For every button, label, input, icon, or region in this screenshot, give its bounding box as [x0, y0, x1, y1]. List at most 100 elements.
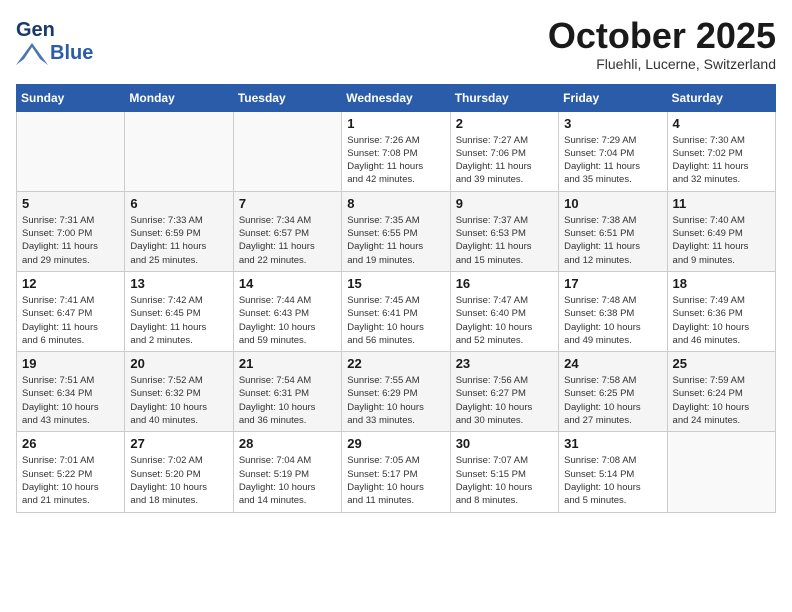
- day-info: Sunrise: 7:34 AM Sunset: 6:57 PM Dayligh…: [239, 214, 336, 267]
- calendar-cell: 15 Sunrise: 7:45 AM Sunset: 6:41 PM Dayli…: [342, 271, 450, 351]
- day-info: Sunrise: 7:55 AM Sunset: 6:29 PM Dayligh…: [347, 374, 444, 427]
- location-text: Fluehli, Lucerne, Switzerland: [548, 56, 776, 72]
- calendar-cell: 20 Sunrise: 7:52 AM Sunset: 6:32 PM Dayli…: [125, 352, 233, 432]
- calendar-week-row: 1 Sunrise: 7:26 AM Sunset: 7:08 PM Daylig…: [17, 111, 776, 191]
- day-number: 7: [239, 196, 336, 211]
- day-info: Sunrise: 7:58 AM Sunset: 6:25 PM Dayligh…: [564, 374, 661, 427]
- day-info: Sunrise: 7:05 AM Sunset: 5:17 PM Dayligh…: [347, 454, 444, 507]
- day-info: Sunrise: 7:45 AM Sunset: 6:41 PM Dayligh…: [347, 294, 444, 347]
- calendar-cell: 10 Sunrise: 7:38 AM Sunset: 6:51 PM Dayli…: [559, 191, 667, 271]
- day-info: Sunrise: 7:59 AM Sunset: 6:24 PM Dayligh…: [673, 374, 770, 427]
- calendar-cell: 24Sunrise: 7:58 AM Sunset: 6:25 PM Dayli…: [559, 352, 667, 432]
- day-number: 29: [347, 436, 444, 451]
- calendar-cell: 31 Sunrise: 7:08 AM Sunset: 5:14 PM Dayli…: [559, 432, 667, 512]
- weekday-header: Friday: [559, 84, 667, 111]
- day-info: Sunrise: 7:26 AM Sunset: 7:08 PM Dayligh…: [347, 134, 444, 187]
- day-info: Sunrise: 7:47 AM Sunset: 6:40 PM Dayligh…: [456, 294, 553, 347]
- svg-text:General: General: [16, 19, 54, 41]
- day-info: Sunrise: 7:52 AM Sunset: 6:32 PM Dayligh…: [130, 374, 227, 427]
- calendar-cell: [667, 432, 775, 512]
- day-info: Sunrise: 7:02 AM Sunset: 5:20 PM Dayligh…: [130, 454, 227, 507]
- day-info: Sunrise: 7:42 AM Sunset: 6:45 PM Dayligh…: [130, 294, 227, 347]
- calendar-cell: [125, 111, 233, 191]
- day-number: 6: [130, 196, 227, 211]
- day-number: 30: [456, 436, 553, 451]
- title-area: October 2025 Fluehli, Lucerne, Switzerla…: [548, 16, 776, 72]
- day-info: Sunrise: 7:44 AM Sunset: 6:43 PM Dayligh…: [239, 294, 336, 347]
- weekday-header: Sunday: [17, 84, 125, 111]
- day-number: 1: [347, 116, 444, 131]
- logo-bird-icon: [16, 43, 48, 65]
- calendar-cell: 1 Sunrise: 7:26 AM Sunset: 7:08 PM Daylig…: [342, 111, 450, 191]
- day-info: Sunrise: 7:48 AM Sunset: 6:38 PM Dayligh…: [564, 294, 661, 347]
- day-number: 19: [22, 356, 119, 371]
- calendar-cell: 25 Sunrise: 7:59 AM Sunset: 6:24 PM Dayli…: [667, 352, 775, 432]
- day-info: Sunrise: 7:29 AM Sunset: 7:04 PM Dayligh…: [564, 134, 661, 187]
- day-number: 17: [564, 276, 661, 291]
- weekday-header: Wednesday: [342, 84, 450, 111]
- weekday-header: Tuesday: [233, 84, 341, 111]
- day-number: 3: [564, 116, 661, 131]
- day-number: 28: [239, 436, 336, 451]
- calendar-cell: 19Sunrise: 7:51 AM Sunset: 6:34 PM Dayli…: [17, 352, 125, 432]
- day-number: 2: [456, 116, 553, 131]
- weekday-header-row: SundayMondayTuesdayWednesdayThursdayFrid…: [17, 84, 776, 111]
- calendar-cell: 14 Sunrise: 7:44 AM Sunset: 6:43 PM Dayli…: [233, 271, 341, 351]
- calendar-cell: 2Sunrise: 7:27 AM Sunset: 7:06 PM Daylig…: [450, 111, 558, 191]
- day-number: 9: [456, 196, 553, 211]
- day-info: Sunrise: 7:04 AM Sunset: 5:19 PM Dayligh…: [239, 454, 336, 507]
- calendar-cell: 30 Sunrise: 7:07 AM Sunset: 5:15 PM Dayli…: [450, 432, 558, 512]
- calendar-week-row: 5Sunrise: 7:31 AM Sunset: 7:00 PM Daylig…: [17, 191, 776, 271]
- calendar-cell: 26 Sunrise: 7:01 AM Sunset: 5:22 PM Dayli…: [17, 432, 125, 512]
- weekday-header: Monday: [125, 84, 233, 111]
- calendar-cell: 17 Sunrise: 7:48 AM Sunset: 6:38 PM Dayli…: [559, 271, 667, 351]
- day-info: Sunrise: 7:07 AM Sunset: 5:15 PM Dayligh…: [456, 454, 553, 507]
- day-number: 4: [673, 116, 770, 131]
- calendar-week-row: 26 Sunrise: 7:01 AM Sunset: 5:22 PM Dayli…: [17, 432, 776, 512]
- day-info: Sunrise: 7:01 AM Sunset: 5:22 PM Dayligh…: [22, 454, 119, 507]
- day-number: 26: [22, 436, 119, 451]
- day-number: 22: [347, 356, 444, 371]
- day-info: Sunrise: 7:38 AM Sunset: 6:51 PM Dayligh…: [564, 214, 661, 267]
- calendar-week-row: 19Sunrise: 7:51 AM Sunset: 6:34 PM Dayli…: [17, 352, 776, 432]
- day-info: Sunrise: 7:08 AM Sunset: 5:14 PM Dayligh…: [564, 454, 661, 507]
- day-number: 25: [673, 356, 770, 371]
- logo-blue-text: Blue: [50, 42, 93, 65]
- calendar-cell: 23Sunrise: 7:56 AM Sunset: 6:27 PM Dayli…: [450, 352, 558, 432]
- day-number: 13: [130, 276, 227, 291]
- calendar-cell: 4 Sunrise: 7:30 AM Sunset: 7:02 PM Daylig…: [667, 111, 775, 191]
- month-title: October 2025: [548, 16, 776, 56]
- day-number: 20: [130, 356, 227, 371]
- calendar-cell: 16Sunrise: 7:47 AM Sunset: 6:40 PM Dayli…: [450, 271, 558, 351]
- page-header: General Blue October 2025 Fluehli, Lucer…: [16, 16, 776, 72]
- day-number: 8: [347, 196, 444, 211]
- day-number: 23: [456, 356, 553, 371]
- weekday-header: Thursday: [450, 84, 558, 111]
- calendar-cell: 9 Sunrise: 7:37 AM Sunset: 6:53 PM Daylig…: [450, 191, 558, 271]
- calendar-cell: 11 Sunrise: 7:40 AM Sunset: 6:49 PM Dayli…: [667, 191, 775, 271]
- day-number: 31: [564, 436, 661, 451]
- day-info: Sunrise: 7:31 AM Sunset: 7:00 PM Dayligh…: [22, 214, 119, 267]
- calendar-cell: 27Sunrise: 7:02 AM Sunset: 5:20 PM Dayli…: [125, 432, 233, 512]
- day-info: Sunrise: 7:49 AM Sunset: 6:36 PM Dayligh…: [673, 294, 770, 347]
- calendar-week-row: 12Sunrise: 7:41 AM Sunset: 6:47 PM Dayli…: [17, 271, 776, 351]
- day-info: Sunrise: 7:40 AM Sunset: 6:49 PM Dayligh…: [673, 214, 770, 267]
- calendar-cell: 21 Sunrise: 7:54 AM Sunset: 6:31 PM Dayli…: [233, 352, 341, 432]
- day-info: Sunrise: 7:54 AM Sunset: 6:31 PM Dayligh…: [239, 374, 336, 427]
- calendar-table: SundayMondayTuesdayWednesdayThursdayFrid…: [16, 84, 776, 513]
- day-number: 14: [239, 276, 336, 291]
- day-number: 11: [673, 196, 770, 211]
- day-number: 18: [673, 276, 770, 291]
- calendar-cell: 6 Sunrise: 7:33 AM Sunset: 6:59 PM Daylig…: [125, 191, 233, 271]
- calendar-cell: 22 Sunrise: 7:55 AM Sunset: 6:29 PM Dayli…: [342, 352, 450, 432]
- day-info: Sunrise: 7:30 AM Sunset: 7:02 PM Dayligh…: [673, 134, 770, 187]
- calendar-cell: [233, 111, 341, 191]
- day-number: 21: [239, 356, 336, 371]
- day-info: Sunrise: 7:41 AM Sunset: 6:47 PM Dayligh…: [22, 294, 119, 347]
- day-info: Sunrise: 7:37 AM Sunset: 6:53 PM Dayligh…: [456, 214, 553, 267]
- day-info: Sunrise: 7:35 AM Sunset: 6:55 PM Dayligh…: [347, 214, 444, 267]
- day-number: 15: [347, 276, 444, 291]
- day-number: 10: [564, 196, 661, 211]
- weekday-header: Saturday: [667, 84, 775, 111]
- day-info: Sunrise: 7:33 AM Sunset: 6:59 PM Dayligh…: [130, 214, 227, 267]
